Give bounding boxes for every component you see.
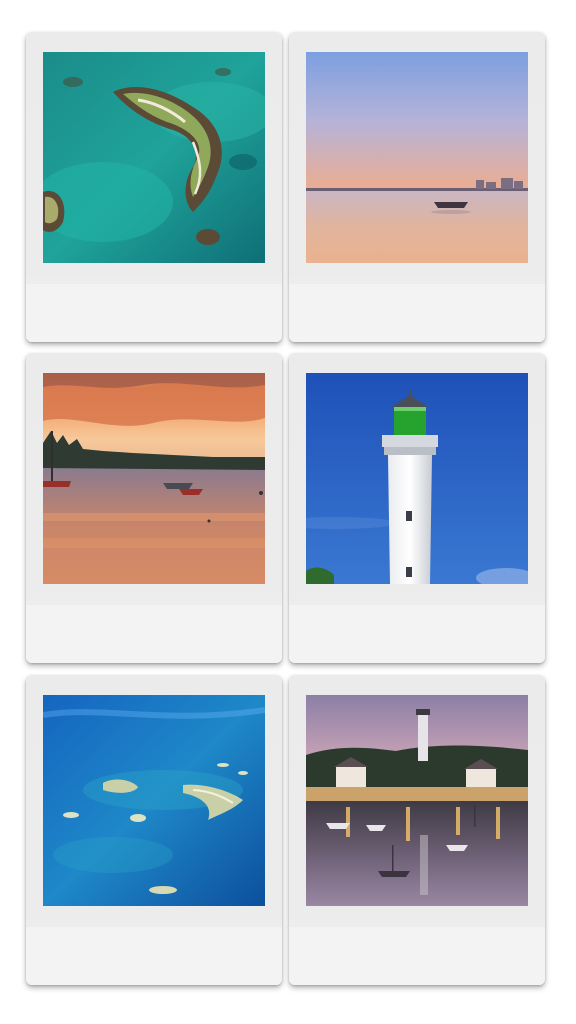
caption-strip	[289, 605, 545, 663]
photo-lighthouse[interactable]	[306, 373, 528, 584]
photo-sunset-harbor-boats[interactable]	[43, 373, 265, 584]
caption-strip	[26, 605, 282, 663]
photo-gallery	[0, 0, 576, 1024]
polaroid-card[interactable]	[26, 32, 282, 342]
photo-sunset-calm-bay[interactable]	[306, 52, 528, 263]
polaroid-card[interactable]	[289, 353, 545, 663]
caption-strip	[289, 927, 545, 985]
caption-strip	[26, 927, 282, 985]
polaroid-card[interactable]	[289, 675, 545, 985]
caption-strip	[26, 284, 282, 342]
polaroid-card[interactable]	[289, 32, 545, 342]
caption-strip	[289, 284, 545, 342]
photo-aerial-islands-turquoise[interactable]	[43, 52, 265, 263]
polaroid-card[interactable]	[26, 353, 282, 663]
photo-aerial-islands-blue[interactable]	[43, 695, 265, 906]
photo-harbor-dusk-lighthouse[interactable]	[306, 695, 528, 906]
polaroid-card[interactable]	[26, 675, 282, 985]
